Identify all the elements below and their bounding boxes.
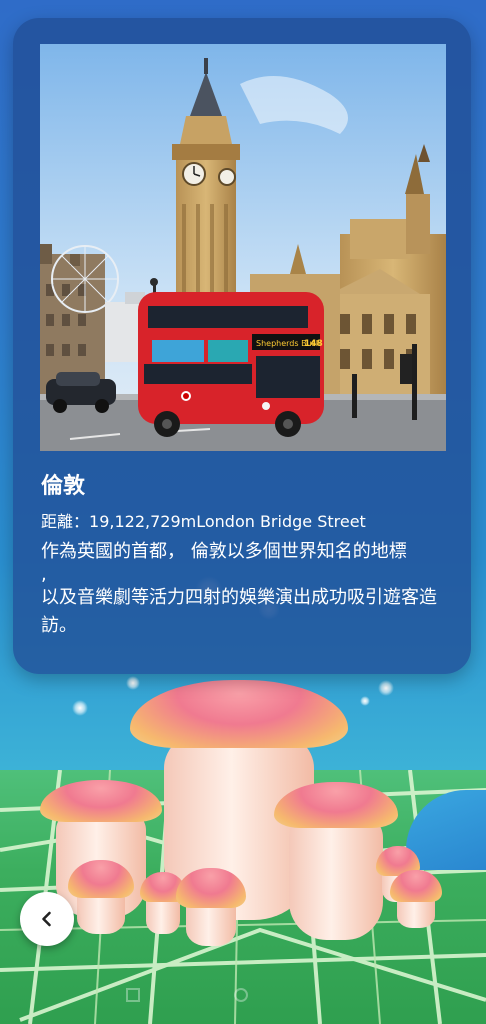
location-title: 倫敦 — [41, 474, 86, 499]
description-line: 以及音樂劇等活力四射的娛樂演出成功吸引遊客造訪。 — [41, 587, 437, 636]
distance-text: 距離：19,122,729mLondon Bridge Street — [41, 508, 461, 532]
back-button[interactable] — [20, 892, 74, 946]
distance-label: 距離： — [41, 512, 90, 531]
bus-route-number: 148 — [304, 339, 323, 349]
description-line: 作為英國的首都， 倫敦以多個世界知名的地標 — [41, 541, 407, 562]
sparkle — [72, 700, 88, 716]
chevron-left-icon — [42, 911, 51, 927]
nav-home-icon[interactable] — [234, 988, 248, 1002]
mushroom-small — [68, 860, 134, 934]
location-photo: Shepherds Bush 148 — [40, 44, 446, 451]
street-name: London Bridge Street — [196, 512, 366, 531]
distance-value: 19,122,729m — [89, 512, 197, 531]
nav-recent-apps-icon[interactable] — [126, 988, 140, 1002]
sparkle — [378, 680, 394, 696]
sparkle — [360, 696, 370, 706]
description-line: , — [41, 564, 47, 585]
mushroom-small — [390, 870, 442, 928]
mushroom-small — [176, 868, 246, 946]
location-description: 作為英國的首都， 倫敦以多個世界知名的地標 , 以及音樂劇等活力四射的娛樂演出成… — [41, 538, 451, 640]
